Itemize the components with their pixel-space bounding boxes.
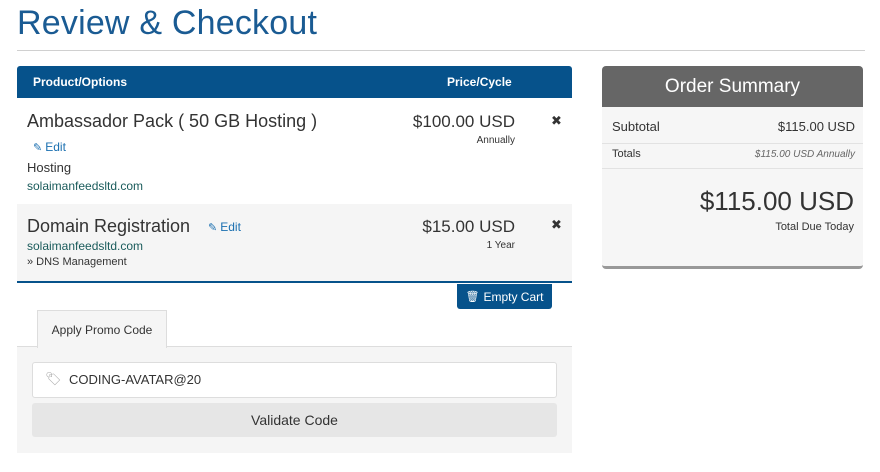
item-price: $100.00 USD (412, 112, 515, 131)
total-due-amount: $115.00 USD (699, 186, 854, 216)
item-price: $15.00 USD (422, 217, 515, 236)
product-name: Ambassador Pack ( 50 GB Hosting ) (27, 111, 318, 131)
summary-divider (602, 143, 863, 144)
close-icon: ✖ (551, 217, 562, 232)
validate-code-button[interactable]: Validate Code (32, 403, 557, 437)
remove-item-button[interactable]: ✖ (551, 113, 562, 129)
pencil-icon: ✎ (208, 222, 218, 234)
empty-cart-button[interactable]: 🗑 Empty Cart (457, 284, 552, 309)
totals-label: Totals (612, 148, 641, 160)
remove-item-button[interactable]: ✖ (551, 217, 562, 233)
tag-icon: 🏷 (45, 371, 62, 386)
product-options-header: Product/Options (33, 75, 127, 89)
product-domain: solaimanfeedsltd.com (27, 239, 144, 253)
price-cycle-header: Price/Cycle (447, 75, 512, 89)
promo-code-input[interactable] (69, 370, 539, 388)
product-name: Domain Registration (27, 216, 191, 236)
edit-domain-link[interactable]: ✎ Edit (208, 220, 241, 234)
page-title: Review & Checkout (17, 4, 318, 42)
summary-divider (602, 168, 863, 169)
edit-hosting-link[interactable]: ✎ Edit (33, 140, 66, 154)
pencil-icon: ✎ (33, 142, 43, 154)
edit-label: Edit (220, 220, 241, 234)
title-divider (17, 50, 865, 51)
item-cycle: Annually (476, 135, 515, 146)
close-icon: ✖ (551, 113, 562, 128)
cart-table-header: Product/Options Price/Cycle (17, 66, 572, 98)
empty-cart-label: Empty Cart (483, 289, 544, 304)
subtotal-value: $115.00 USD (777, 119, 855, 134)
cart-item-hosting: Ambassador Pack ( 50 GB Hosting ) ✎ Edit … (17, 98, 572, 204)
order-summary-panel: Order Summary Subtotal $115.00 USD Total… (602, 66, 863, 269)
order-summary-title: Order Summary (602, 66, 863, 107)
tab-apply-promo-code[interactable]: Apply Promo Code (37, 310, 167, 348)
totals-value: $115.00 USD Annually (754, 149, 855, 160)
total-due-label: Total Due Today (775, 221, 854, 233)
product-domain: solaimanfeedsltd.com (27, 179, 144, 193)
trash-icon: 🗑 (465, 291, 480, 303)
edit-label: Edit (45, 140, 66, 154)
item-cycle: 1 Year (486, 240, 515, 251)
product-group: Hosting (27, 160, 72, 175)
promo-code-field[interactable]: 🏷 (32, 362, 557, 398)
cart-item-domain: Domain Registration ✎ Edit solaimanfeedsl… (17, 204, 572, 283)
subtotal-label: Subtotal (612, 119, 660, 134)
product-addon: » DNS Management (27, 256, 127, 268)
